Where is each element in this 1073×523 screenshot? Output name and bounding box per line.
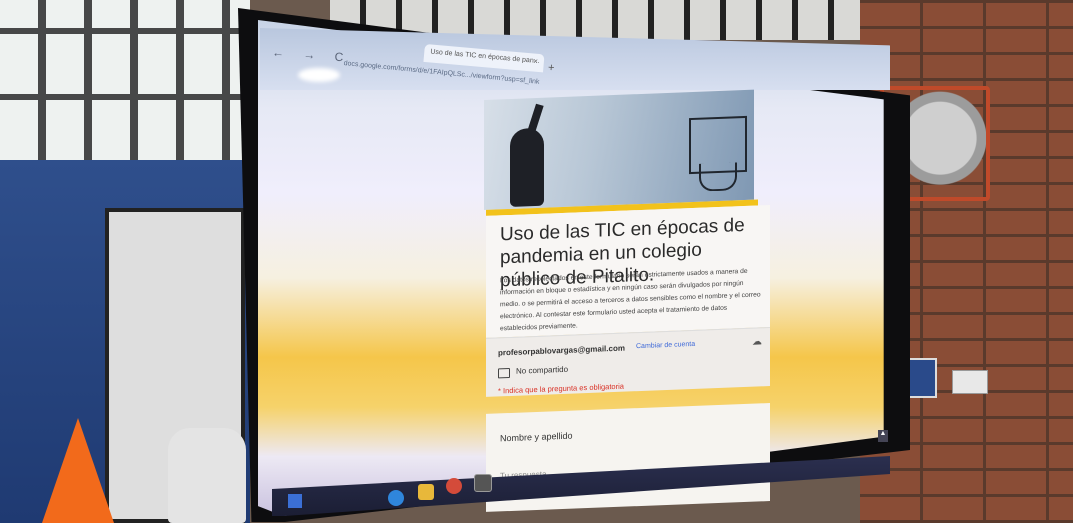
form-description: Los datos recolectados en este formulari… (500, 267, 761, 333)
window-bars (0, 0, 250, 160)
account-email: profesorpablovargas@gmail.com (498, 343, 625, 358)
new-tab-button[interactable]: + (547, 62, 554, 75)
form-title-card: Uso de las TIC en épocas de pandemia en … (486, 205, 770, 338)
not-shared-label: No compartido (516, 364, 569, 376)
app-icon[interactable] (474, 474, 492, 492)
cloud-icon: ☁ (752, 336, 762, 348)
traffic-cone (42, 418, 114, 523)
chrome-icon[interactable] (446, 478, 462, 494)
not-shared-icon (498, 368, 510, 379)
form-header-image (484, 89, 754, 210)
wall-socket (952, 370, 988, 394)
file-explorer-icon[interactable] (418, 484, 434, 500)
account-section: profesorpablovargas@gmail.com Cambiar de… (486, 327, 770, 397)
edge-icon[interactable] (388, 490, 404, 506)
close-icon[interactable]: × (533, 57, 538, 66)
water-jug (168, 428, 246, 523)
scroll-up-icon[interactable]: ▲ (878, 430, 888, 442)
switch-account-link[interactable]: Cambiar de cuenta (636, 341, 695, 350)
screen-glare (298, 68, 340, 82)
required-note: * Indica que la pregunta es obligatoria (498, 381, 624, 396)
google-form: Uso de las TIC en épocas de pandemia en … (484, 81, 774, 512)
windows-start-icon[interactable] (288, 494, 302, 508)
question-label: Nombre y apellido (500, 430, 573, 444)
basketball-hoop (699, 162, 737, 192)
